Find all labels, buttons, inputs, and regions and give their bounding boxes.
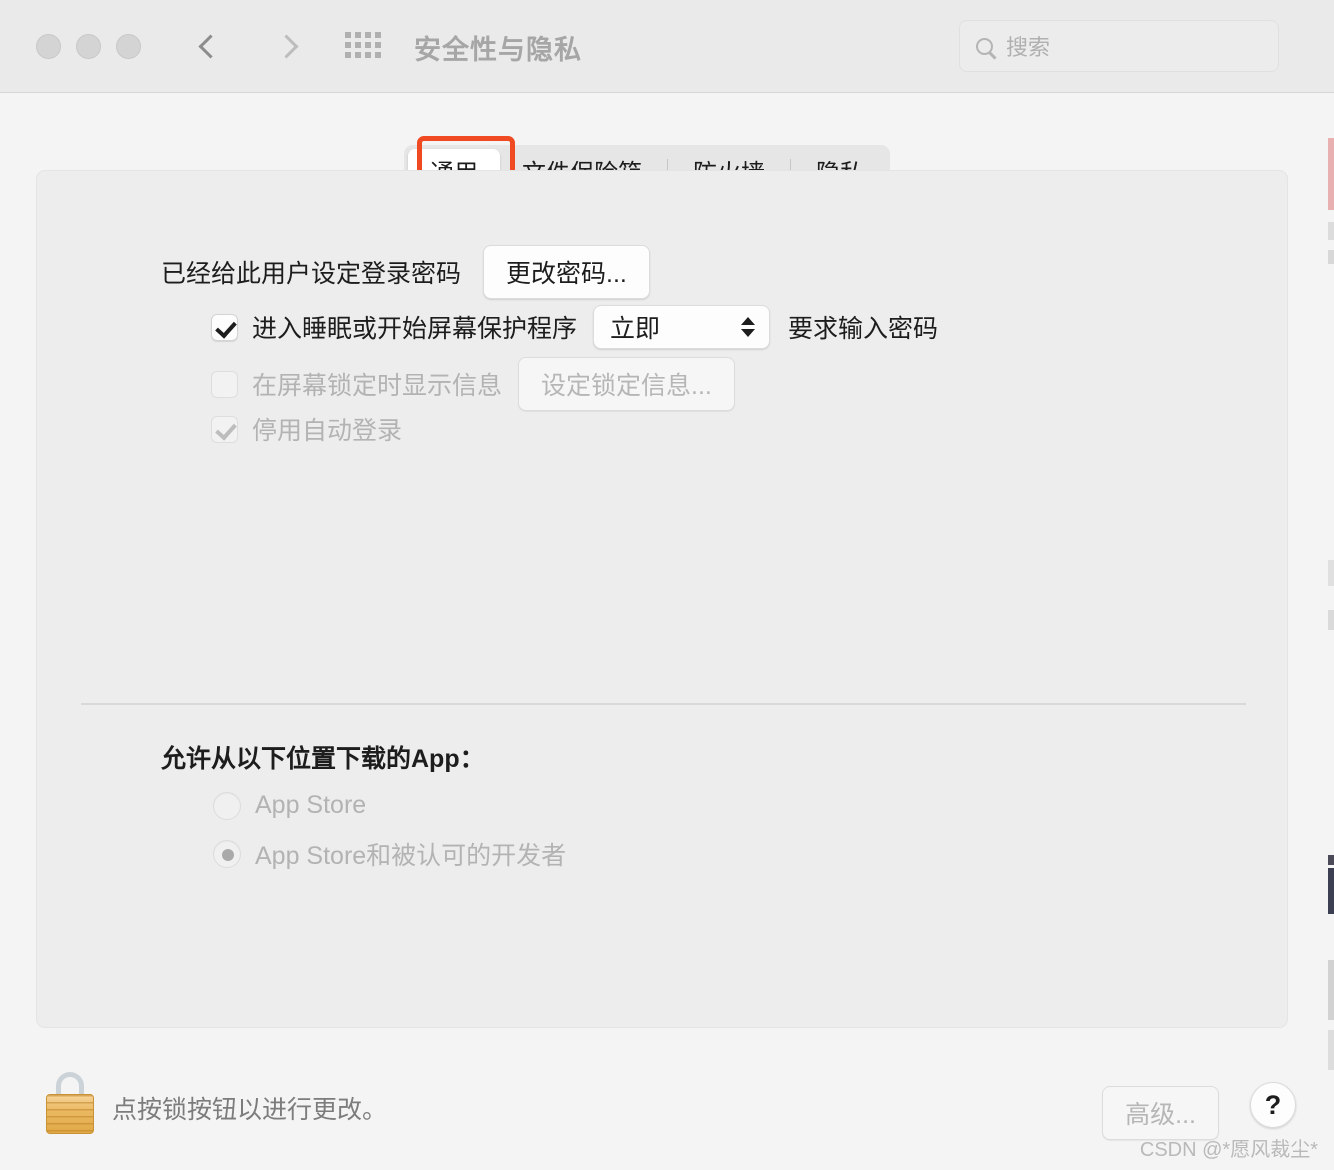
- lock-hint-text: 点按锁按钮以进行更改。: [112, 1096, 388, 1124]
- background-window-sliver: [1328, 560, 1334, 586]
- download-section-heading-row: 允许从以下位置下载的App：: [161, 739, 485, 775]
- background-window-sliver: [1328, 868, 1334, 914]
- password-status-row: 已经给此用户设定登录密码 更改密码...: [161, 245, 650, 299]
- background-window-sliver: [1328, 855, 1334, 865]
- advanced-button[interactable]: 高级...: [1102, 1086, 1219, 1140]
- background-window-sliver: [1328, 222, 1334, 240]
- page-title: 安全性与隐私: [414, 35, 582, 65]
- disable-auto-login-row: 停用自动登录: [211, 411, 402, 447]
- system-preferences-window: 安全性与隐私 搜索 通用 文件保险箱 防火墙 隐私 已经给此用户设定登录密码 更…: [0, 0, 1334, 1170]
- background-window-sliver: [1328, 610, 1334, 630]
- lock-message-row: 在屏幕锁定时显示信息 设定锁定信息...: [211, 357, 735, 411]
- general-settings-panel: 已经给此用户设定登录密码 更改密码... 进入睡眠或开始屏幕保护程序 立即 要求…: [36, 170, 1288, 1028]
- zoom-button[interactable]: [116, 34, 141, 59]
- require-password-label-before: 进入睡眠或开始屏幕保护程序: [252, 315, 578, 343]
- grid-apps-icon[interactable]: [345, 32, 381, 58]
- search-placeholder: 搜索: [1006, 35, 1051, 60]
- background-window-sliver: [1328, 960, 1334, 1020]
- radio-app-store-label: App Store: [255, 791, 367, 819]
- help-button[interactable]: ?: [1250, 1082, 1296, 1128]
- watermark: CSDN @*愿风裁尘*: [1139, 1139, 1318, 1161]
- titlebar: 安全性与隐私 搜索: [0, 0, 1334, 93]
- require-password-label-after: 要求输入密码: [788, 315, 939, 343]
- close-button[interactable]: [36, 34, 61, 59]
- radio-app-store[interactable]: [213, 791, 241, 820]
- forward-button[interactable]: [262, 22, 310, 70]
- section-divider: [81, 703, 1246, 705]
- window-controls: [36, 34, 141, 59]
- background-window-sliver: [1328, 1030, 1334, 1070]
- radio-app-store-identified-developers[interactable]: [213, 840, 241, 868]
- chevron-right-icon: [273, 33, 299, 59]
- lock-closed-icon[interactable]: [44, 1072, 96, 1134]
- change-password-button[interactable]: 更改密码...: [483, 245, 650, 299]
- download-section-heading: 允许从以下位置下载的App：: [161, 745, 485, 773]
- search-icon: [976, 37, 993, 55]
- download-option-appstore-identified[interactable]: App Store和被认可的开发者: [213, 836, 566, 872]
- back-button[interactable]: [186, 22, 234, 70]
- show-lock-message-checkbox[interactable]: [211, 370, 238, 398]
- minimize-button[interactable]: [76, 34, 101, 59]
- set-lock-message-button[interactable]: 设定锁定信息...: [518, 357, 735, 411]
- password-delay-value: 立即: [610, 315, 661, 343]
- disable-auto-login-label: 停用自动登录: [252, 417, 403, 445]
- search-field[interactable]: 搜索: [959, 20, 1279, 72]
- password-status-label: 已经给此用户设定登录密码: [161, 260, 462, 288]
- require-password-row: 进入睡眠或开始屏幕保护程序 立即 要求输入密码: [211, 305, 938, 349]
- password-delay-select[interactable]: 立即: [593, 305, 771, 349]
- background-window-sliver: [1328, 138, 1334, 210]
- background-window-sliver: [1328, 250, 1334, 264]
- disable-auto-login-checkbox[interactable]: [211, 415, 238, 443]
- chevron-left-icon: [197, 33, 223, 59]
- show-lock-message-label: 在屏幕锁定时显示信息: [252, 372, 503, 400]
- chevron-updown-icon: [741, 317, 756, 337]
- require-password-checkbox[interactable]: [211, 313, 238, 341]
- download-option-appstore[interactable]: App Store: [213, 791, 366, 820]
- radio-app-store-identified-developers-label: App Store和被认可的开发者: [255, 842, 567, 870]
